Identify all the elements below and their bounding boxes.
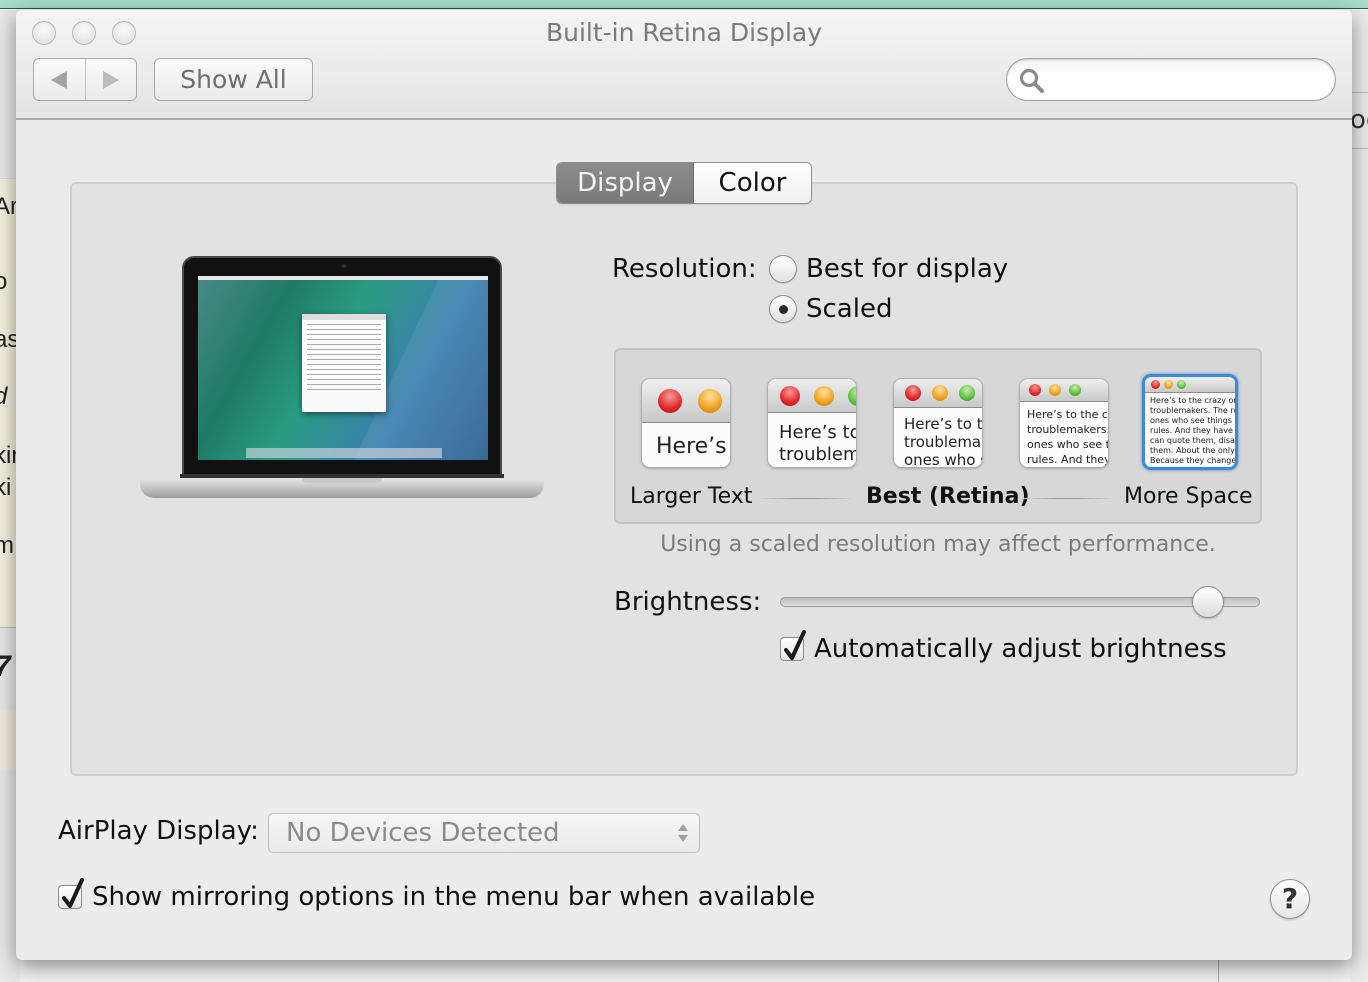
forward-arrow-icon bbox=[102, 70, 119, 89]
mirroring-checkbox[interactable] bbox=[58, 878, 84, 909]
back-button[interactable] bbox=[34, 59, 86, 100]
tab-display[interactable]: Display bbox=[557, 163, 694, 203]
search-icon bbox=[1019, 68, 1044, 93]
forward-button[interactable] bbox=[86, 59, 137, 100]
radio-best-for-display-label[interactable]: Best for display bbox=[806, 254, 1008, 284]
background-text: o bbox=[0, 268, 8, 295]
auto-brightness-checkbox[interactable] bbox=[780, 630, 806, 661]
checkmark-icon bbox=[784, 630, 806, 660]
background-text: 7 bbox=[0, 650, 11, 684]
zoom-dot-icon bbox=[959, 385, 975, 401]
desktop-top-strip bbox=[0, 0, 1368, 9]
checkmark-icon bbox=[62, 878, 84, 908]
scale-option-3[interactable]: Here’s to th troublemak ones who s bbox=[893, 378, 983, 468]
best-retina-label: Best (Retina) bbox=[866, 484, 1030, 509]
close-dot-icon bbox=[780, 386, 800, 406]
zoom-dot-icon bbox=[1177, 380, 1186, 389]
scale-option-2[interactable]: Here’s to troublem bbox=[767, 378, 857, 468]
search-field[interactable] bbox=[1006, 58, 1336, 101]
close-dot-icon bbox=[658, 389, 682, 413]
tab-color[interactable]: Color bbox=[694, 163, 811, 203]
webcam-icon bbox=[342, 264, 346, 268]
airplay-display-popup[interactable]: No Devices Detected bbox=[268, 813, 700, 853]
scale-divider bbox=[758, 498, 854, 499]
background-text: d bbox=[0, 383, 7, 411]
background-text: ki bbox=[0, 474, 12, 501]
display-preferences-window: Built-in Retina Display Show All Display… bbox=[16, 10, 1352, 960]
document-window-icon bbox=[302, 314, 386, 412]
more-space-label: More Space bbox=[1124, 484, 1253, 509]
window-title: Built-in Retina Display bbox=[545, 18, 823, 47]
scale-preview-text: Here’s to th troublemak ones who s bbox=[904, 415, 983, 468]
scale-preview-text: Here’s to the cr troublemakers. ones who… bbox=[1027, 408, 1109, 466]
minimize-dot-icon bbox=[814, 386, 834, 406]
auto-brightness-label[interactable]: Automatically adjust brightness bbox=[814, 634, 1227, 664]
scale-option-1[interactable]: Here’s bbox=[641, 378, 731, 468]
laptop-lid bbox=[182, 256, 502, 478]
minimize-dot-icon bbox=[1049, 384, 1061, 396]
radio-scaled-label[interactable]: Scaled bbox=[806, 294, 892, 324]
macbook-illustration bbox=[140, 256, 544, 506]
brightness-slider-knob[interactable] bbox=[1192, 586, 1225, 618]
radio-scaled[interactable] bbox=[769, 295, 797, 323]
scale-preview-text: Here’s to the crazy ones troublemakers. … bbox=[1150, 396, 1238, 465]
up-down-arrows-icon bbox=[678, 824, 688, 842]
scale-option-5[interactable]: Here’s to the crazy ones troublemakers. … bbox=[1142, 374, 1238, 470]
dock-icon bbox=[246, 448, 442, 458]
mirroring-label[interactable]: Show mirroring options in the menu bar w… bbox=[92, 882, 815, 912]
scale-preview-text: Here’s bbox=[656, 434, 727, 459]
minimize-dot-icon bbox=[932, 385, 948, 401]
larger-text-label: Larger Text bbox=[630, 484, 753, 509]
show-all-button[interactable]: Show All bbox=[154, 58, 313, 101]
background-divider bbox=[1218, 960, 1219, 982]
brightness-label: Brightness: bbox=[614, 587, 762, 617]
brightness-slider-track[interactable] bbox=[780, 597, 1260, 607]
scale-option-4[interactable]: Here’s to the cr troublemakers. ones who… bbox=[1019, 378, 1109, 468]
background-window-right: og bbox=[1350, 10, 1368, 982]
scale-preview-text: Here’s to troublem bbox=[779, 422, 857, 465]
background-text: og bbox=[1350, 105, 1368, 135]
airplay-display-value: No Devices Detected bbox=[286, 818, 560, 848]
laptop-base bbox=[140, 474, 544, 498]
minimize-dot-icon bbox=[698, 389, 722, 413]
background-text: m bbox=[0, 532, 14, 559]
scaled-resolution-picker: Here’s Here’s to troublem Here’s to th t… bbox=[614, 348, 1262, 524]
tab-bar: Display Color bbox=[556, 162, 812, 204]
toolbar: Built-in Retina Display Show All bbox=[16, 10, 1352, 120]
back-forward-control bbox=[33, 58, 137, 101]
airplay-display-label: AirPlay Display: bbox=[58, 816, 259, 846]
close-dot-icon bbox=[1029, 384, 1041, 396]
close-dot-icon bbox=[1151, 380, 1160, 389]
search-input[interactable] bbox=[1053, 65, 1323, 95]
scale-divider bbox=[1020, 498, 1114, 499]
resolution-label: Resolution: bbox=[612, 254, 757, 284]
zoom-dot-icon bbox=[1069, 384, 1081, 396]
performance-note: Using a scaled resolution may affect per… bbox=[660, 532, 1216, 557]
help-button[interactable]: ? bbox=[1270, 879, 1310, 919]
minimize-dot-icon bbox=[1164, 380, 1173, 389]
radio-best-for-display[interactable] bbox=[769, 255, 797, 283]
back-arrow-icon bbox=[51, 70, 68, 89]
laptop-screen bbox=[198, 276, 488, 460]
close-dot-icon bbox=[905, 385, 921, 401]
